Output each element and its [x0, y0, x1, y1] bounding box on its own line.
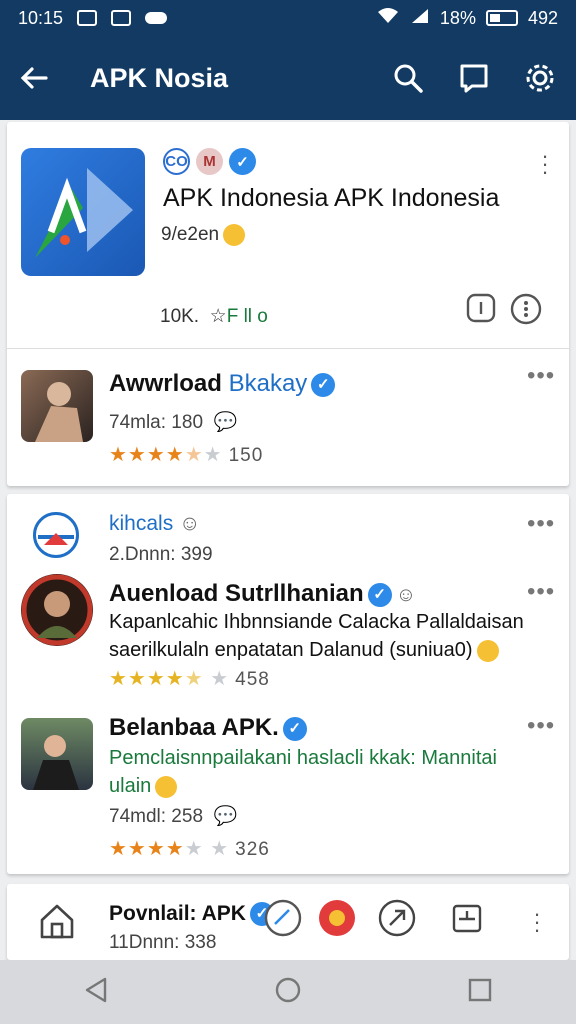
battery-icon [485, 10, 518, 26]
settings-gear-icon[interactable] [524, 62, 556, 94]
wifi-icon [376, 7, 400, 30]
system-nav-bar [0, 960, 576, 1024]
mail-badge-icon: M [196, 148, 223, 175]
smile-emoji-icon: ☺ [395, 584, 417, 606]
smile-emoji-icon [223, 224, 246, 246]
status-bar: 10:15 18% 492 [0, 0, 576, 36]
more-options-icon[interactable]: ••• [527, 510, 555, 538]
calendar-icon[interactable] [451, 902, 483, 939]
more-options-icon[interactable]: · · · [533, 903, 541, 941]
cloud-icon [145, 12, 168, 24]
bottom-card: Povnlail: APK ✓ 11Dnnn: 338 · · · [7, 884, 569, 960]
featured-app-subtitle: 9/e2en [161, 224, 246, 246]
battery-percent: 18% [439, 7, 476, 28]
featured-app-title: APK Indonesia APK Indonesia [163, 184, 500, 212]
app-thumbnail [21, 574, 93, 646]
app-meta: 74mla: 180 💬 [109, 412, 238, 433]
reaction-emoji-icon[interactable] [317, 898, 357, 943]
app-thumbnail [21, 718, 93, 790]
message-icon[interactable] [458, 62, 490, 94]
notification-icon [77, 10, 98, 26]
app-title: Auenload Sutrllhanian ✓ ☺ [109, 580, 417, 607]
app-bar: APK Nosia [0, 36, 576, 120]
verified-badge-icon: ✓ [282, 716, 307, 741]
comment-icon: 💬 [213, 806, 238, 827]
rating-stars: ★★★★★ ★ 458 [109, 668, 270, 690]
verified-badge-icon: ✓ [311, 372, 336, 397]
smile-emoji-icon: ☺ [179, 512, 201, 535]
status-time: 10:15 [18, 7, 64, 28]
emoji-icon [155, 775, 178, 798]
more-options-icon[interactable]: ••• [527, 712, 555, 740]
info-icon[interactable] [465, 292, 497, 329]
home-nav-icon[interactable] [273, 975, 303, 1010]
page-title: APK Nosia [90, 62, 229, 93]
app-meta: 11Dnnn: 338 [109, 932, 217, 953]
app-description: Pemclaisnnpailakani haslacli kkak: Manni… [109, 747, 497, 798]
more-circle-icon[interactable] [509, 292, 543, 331]
back-arrow-icon[interactable] [20, 66, 64, 90]
more-options-icon[interactable]: · · · [541, 145, 549, 183]
app-meta: 2.Dnnn: 399 [109, 544, 213, 565]
verified-badge-icon: ✓ [229, 148, 256, 175]
badge-row: CO M ✓ [163, 148, 256, 175]
apps-list-card: kihcals ☺ ••• 2.Dnnn: 399 Auenload Sutrl… [7, 494, 569, 874]
app-title: Belanbaa APK. ✓ [109, 714, 307, 742]
emoji-icon [476, 639, 499, 662]
more-options-icon[interactable]: ••• [527, 578, 555, 606]
verified-badge-icon: ✓ [367, 582, 392, 607]
home-icon[interactable] [39, 902, 75, 945]
more-options-icon[interactable]: ••• [527, 362, 555, 390]
signal-icon [410, 7, 430, 30]
app-description: Kapanlcahic Ihbnnsiande Calacka Pallalda… [109, 611, 524, 662]
search-icon[interactable] [392, 62, 424, 94]
app-title: Povnlail: APK ✓ [109, 902, 274, 927]
back-nav-icon[interactable] [81, 975, 111, 1010]
divider [7, 348, 569, 349]
featured-app-stats: 10K. ☆F ll o [160, 306, 268, 327]
app-meta: 74mdl: 258 💬 [109, 806, 238, 827]
share-circle-icon[interactable] [263, 898, 303, 943]
app-title: Awwrload Bkakay ✓ [109, 370, 336, 398]
comment-icon: 💬 [213, 412, 238, 433]
featured-app-card[interactable]: CO M ✓ · · · APK Indonesia APK Indonesia 9… [7, 122, 569, 486]
developer-badge-icon: CO [163, 148, 190, 175]
app-title: kihcals ☺ [109, 512, 201, 535]
notification-icon [111, 10, 132, 26]
app-thumbnail [21, 370, 93, 442]
recents-nav-icon[interactable] [465, 975, 495, 1010]
rating-stars: ★★★★★ ★ 326 [109, 838, 270, 860]
open-arrow-icon[interactable] [377, 898, 417, 943]
status-clock: 492 [527, 7, 558, 28]
apk-indonesia-logo [21, 148, 145, 276]
rating-stars: ★★★★★★ 150 [109, 444, 264, 466]
app-logo-icon [33, 512, 79, 558]
